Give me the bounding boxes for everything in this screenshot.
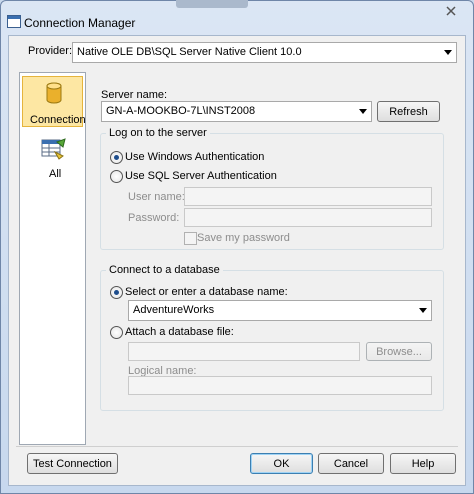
server-name-combo[interactable]: GN-A-MOOKBO-7L\INST2008 (101, 101, 372, 122)
sidebar-item-all-label[interactable]: All (49, 168, 61, 180)
attach-db-radio[interactable] (110, 326, 123, 339)
properties-grid-icon[interactable] (41, 138, 67, 160)
attach-db-file-input[interactable] (128, 342, 360, 361)
provider-value: Native OLE DB\SQL Server Native Client 1… (77, 46, 302, 58)
password-label: Password: (128, 212, 180, 224)
windows-auth-label[interactable]: Use Windows Authentication (125, 151, 264, 163)
provider-label: Provider: (28, 45, 73, 57)
test-connection-button[interactable]: Test Connection (27, 453, 118, 474)
chevron-down-icon[interactable] (415, 301, 431, 320)
windows-auth-radio[interactable] (110, 151, 123, 164)
sidebar (19, 72, 86, 445)
server-name-value: GN-A-MOOKBO-7L\INST2008 (106, 105, 256, 117)
sql-auth-label[interactable]: Use SQL Server Authentication (125, 170, 277, 182)
database-legend: Connect to a database (106, 264, 223, 276)
ok-button[interactable]: OK (250, 453, 313, 474)
footer-separator (16, 446, 458, 447)
help-button[interactable]: Help (390, 453, 456, 474)
attach-db-label[interactable]: Attach a database file: (125, 326, 234, 338)
title-bar-strip (176, 0, 248, 8)
select-db-label[interactable]: Select or enter a database name: (125, 286, 288, 298)
refresh-button[interactable]: Refresh (377, 101, 440, 122)
app-icon (7, 15, 21, 28)
save-password-label[interactable]: Save my password (197, 232, 290, 244)
close-icon[interactable] (444, 4, 458, 18)
sidebar-item-connection-label: Connection (30, 114, 86, 126)
select-db-radio[interactable] (110, 286, 123, 299)
username-label: User name: (128, 191, 185, 203)
window-title: Connection Manager (24, 16, 136, 30)
save-password-checkbox[interactable] (184, 232, 197, 245)
database-name-combo[interactable]: AdventureWorks (128, 300, 432, 321)
logical-name-input[interactable] (128, 376, 432, 395)
server-name-label: Server name: (101, 89, 168, 101)
chevron-down-icon[interactable] (440, 43, 456, 62)
browse-button[interactable]: Browse... (366, 342, 432, 361)
database-cylinder-icon (46, 82, 62, 104)
username-input[interactable] (184, 187, 432, 206)
logon-legend: Log on to the server (106, 127, 210, 139)
password-input[interactable] (184, 208, 432, 227)
chevron-down-icon[interactable] (355, 102, 371, 121)
sql-auth-radio[interactable] (110, 170, 123, 183)
cancel-button[interactable]: Cancel (318, 453, 384, 474)
database-name-value: AdventureWorks (133, 304, 215, 316)
provider-dropdown[interactable]: Native OLE DB\SQL Server Native Client 1… (72, 42, 457, 63)
